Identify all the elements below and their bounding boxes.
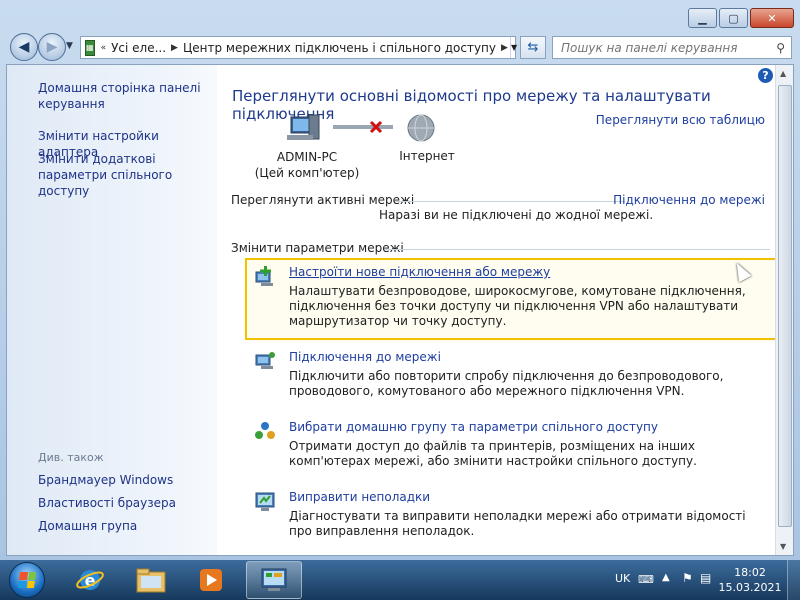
scrollbar-thumb[interactable] — [778, 85, 792, 527]
start-button[interactable] — [2, 560, 52, 600]
divider — [395, 201, 625, 202]
connect-network-link[interactable]: Підключення до мережі — [289, 350, 441, 364]
sidebar-item-sharing-settings[interactable]: Змінити додаткові параметри спільного до… — [38, 151, 213, 199]
breadcrumb-network-center[interactable]: Центр мережних підключень і спільного до… — [180, 41, 499, 55]
action-center-flag-icon[interactable]: ⚑ — [682, 571, 693, 585]
scroll-up-icon[interactable]: ▲ — [780, 69, 786, 78]
computer-icon — [287, 114, 320, 140]
taskbar: e UK ⌨ ▲ ⚑ ▤ 18:02 15.03.2021 — [0, 560, 800, 600]
sidebar-item-browser-properties[interactable]: Властивості браузера — [38, 495, 176, 511]
show-hidden-icons-icon[interactable]: ▲ — [662, 572, 670, 583]
maximize-button[interactable]: ▢ — [719, 8, 748, 28]
refresh-button[interactable]: ⇆ — [520, 36, 546, 59]
content-pane: Домашня сторінка панелі керування Змінит… — [6, 64, 794, 556]
task-connect-network[interactable]: Підключення до мережі Підключити або пов… — [247, 345, 777, 405]
scroll-down-icon[interactable]: ▼ — [780, 542, 786, 551]
refresh-icon: ⇆ — [527, 40, 539, 55]
sidebar: Домашня сторінка панелі керування Змінит… — [7, 65, 217, 555]
show-desktop-button[interactable] — [787, 560, 800, 600]
clock[interactable]: 18:02 15.03.2021 — [718, 565, 782, 595]
media-player-icon — [200, 569, 222, 591]
network-sharing-center-window: ▁ ▢ ✕ ◀ ▶ ▼ ▦ « Усі еле... ▶ Центр мереж… — [0, 0, 800, 560]
computer-label[interactable]: ADMIN-PC (Цей комп'ютер) — [247, 149, 367, 181]
sidebar-item-firewall[interactable]: Брандмауер Windows — [38, 472, 173, 488]
recent-pages-dropdown[interactable]: ▼ — [66, 41, 73, 51]
breadcrumb-all-items[interactable]: Усі еле... — [108, 41, 169, 55]
troubleshoot-link[interactable]: Виправити неполадки — [289, 490, 430, 504]
vertical-scrollbar[interactable]: ▲ ▼ — [775, 65, 793, 555]
view-full-map-link[interactable]: Переглянути всю таблицю — [596, 113, 765, 127]
sidebar-item-homegroup[interactable]: Домашня група — [38, 518, 137, 534]
homegroup-icon — [255, 422, 275, 439]
task-setup-connection[interactable]: Настроїти нове підключення або мережу На… — [245, 258, 779, 340]
setup-connection-description: Налаштувати безпроводове, широкосмугове,… — [289, 284, 746, 328]
back-button[interactable]: ◀ — [10, 33, 38, 61]
taskbar-media-player[interactable] — [183, 561, 239, 599]
chevron-right-icon[interactable]: ▶ — [499, 43, 510, 53]
troubleshoot-icon — [255, 492, 275, 511]
folder-icon — [136, 568, 166, 593]
task-troubleshoot[interactable]: Виправити неполадки Діагностувати та вип… — [247, 485, 777, 545]
arrow-right-icon: ▶ — [46, 39, 58, 55]
connect-network-description: Підключити або повторити спробу підключе… — [289, 369, 724, 398]
internet-explorer-icon: e — [76, 570, 104, 590]
main-panel: ? Переглянути основні відомості про мере… — [217, 65, 793, 555]
minimize-button[interactable]: ▁ — [688, 8, 717, 28]
network-map — [287, 114, 393, 140]
address-dropdown[interactable]: ▼ — [509, 37, 517, 58]
computer-name: ADMIN-PC — [276, 150, 338, 164]
sidebar-item-home[interactable]: Домашня сторінка панелі керування — [38, 80, 208, 112]
keyboard-icon[interactable]: ⌨ — [638, 573, 654, 586]
taskbar-control-panel[interactable] — [246, 561, 302, 599]
search-input[interactable] — [559, 39, 768, 56]
internet-label[interactable]: Інтернет — [392, 149, 462, 163]
computer-subtitle: (Цей комп'ютер) — [254, 166, 360, 180]
network-status-icon[interactable]: ▤ — [700, 571, 711, 585]
address-bar[interactable]: ▦ « Усі еле... ▶ Центр мережних підключе… — [80, 36, 517, 59]
troubleshoot-description: Діагностувати та виправити неполадки мер… — [289, 509, 746, 538]
language-indicator[interactable]: UK — [615, 572, 630, 585]
forward-button[interactable]: ▶ — [38, 33, 66, 61]
windows-logo-icon — [9, 562, 45, 598]
new-connection-icon — [255, 266, 273, 286]
chevron-right-icon[interactable]: ▶ — [169, 43, 180, 53]
homegroup-link[interactable]: Вибрати домашню групу та параметри спіль… — [289, 420, 658, 434]
clock-time: 18:02 — [734, 566, 766, 579]
search-icon[interactable]: ⚲ — [776, 41, 785, 55]
homegroup-description: Отримати доступ до файлів та принтерів, … — [289, 439, 697, 468]
task-homegroup[interactable]: Вибрати домашню групу та параметри спіль… — [247, 415, 777, 475]
see-also-heading: Див. також — [38, 451, 104, 464]
not-connected-status: Наразі ви не підключені до жодної мережі… — [379, 208, 654, 222]
divider — [385, 249, 770, 250]
system-tray: UK ⌨ ▲ ⚑ ▤ 18:02 15.03.2021 — [600, 560, 800, 600]
control-panel-icon — [261, 568, 287, 591]
arrow-left-icon: ◀ — [18, 39, 30, 55]
search-box[interactable]: ⚲ — [552, 36, 792, 59]
setup-connection-link[interactable]: Настроїти нове підключення або мережу — [289, 265, 550, 279]
taskbar-explorer[interactable] — [123, 561, 179, 599]
caption-buttons: ▁ ▢ ✕ — [688, 8, 794, 28]
change-settings-title: Змінити параметри мережі — [231, 241, 404, 255]
globe-icon — [407, 114, 435, 142]
close-button[interactable]: ✕ — [750, 8, 794, 28]
connect-to-network-link[interactable]: Підключення до мережі — [613, 193, 765, 207]
network-connect-icon — [255, 352, 275, 369]
clock-date: 15.03.2021 — [718, 581, 782, 594]
chevron-icon[interactable]: « — [99, 43, 109, 53]
control-panel-icon: ▦ — [85, 39, 95, 56]
help-icon[interactable]: ? — [758, 68, 773, 83]
active-networks-title: Переглянути активні мережі — [231, 193, 415, 207]
taskbar-internet-explorer[interactable]: e — [62, 561, 118, 599]
navigation-bar: ◀ ▶ ▼ ▦ « Усі еле... ▶ Центр мережних пі… — [6, 32, 794, 62]
